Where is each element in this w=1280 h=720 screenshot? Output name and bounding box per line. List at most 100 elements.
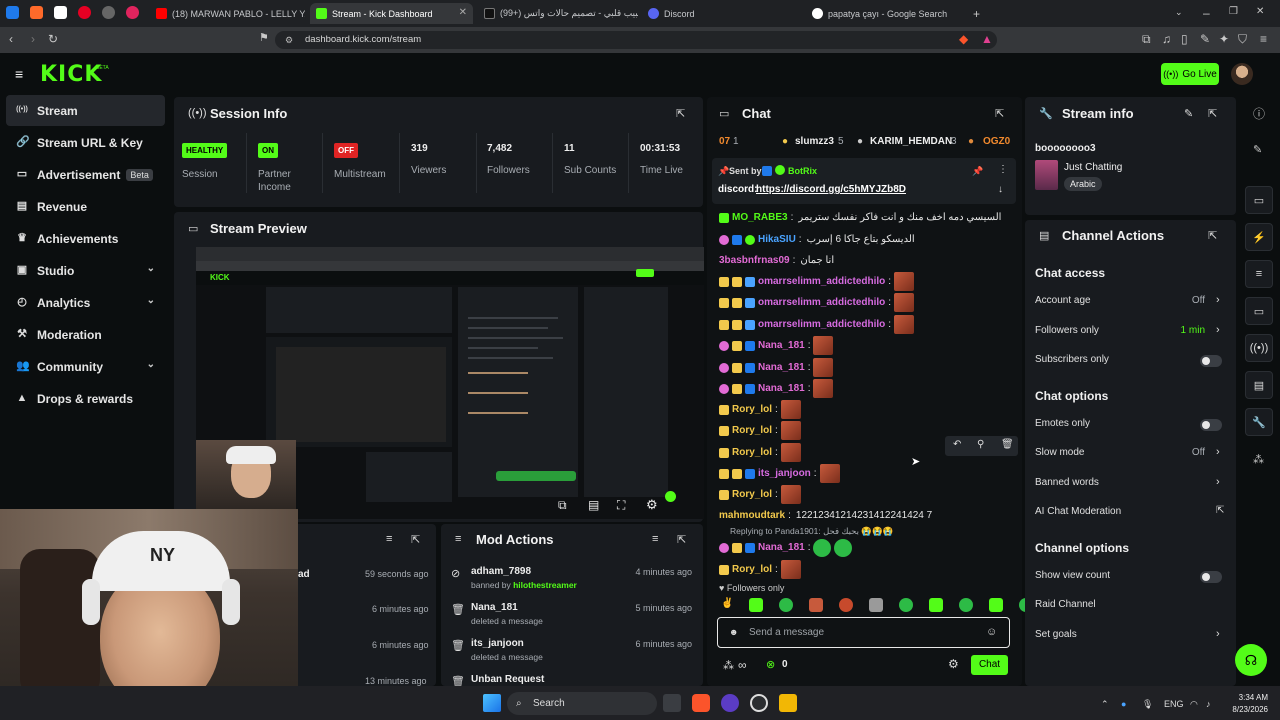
chat-message[interactable]: omarrselimm_addictedhilo:: [719, 292, 915, 313]
emote-shortcut-icon[interactable]: [749, 598, 763, 612]
pinned-tab-icon[interactable]: [102, 6, 115, 19]
pinned-link[interactable]: https://discord.gg/c5hMYJZb8D: [756, 184, 906, 195]
chat-message[interactable]: omarrselimm_addictedhilo:: [719, 314, 915, 335]
preview-layout-icon[interactable]: ⧉: [558, 498, 567, 513]
moderator-name[interactable]: hilothestreamer: [513, 580, 577, 590]
microphone-icon[interactable]: 🎙: [1142, 699, 1153, 710]
mod-action-user[interactable]: Nana_181: [471, 602, 518, 613]
chat-message[interactable]: Nana_181:: [719, 537, 853, 558]
sidebar-item-stream[interactable]: ((•)) Stream: [6, 95, 165, 126]
toggle-switch[interactable]: [1200, 418, 1222, 431]
chat-username[interactable]: omarrselimm_addictedhilo: [758, 276, 885, 287]
wifi-icon[interactable]: ◠: [1190, 699, 1198, 710]
collapse-icon[interactable]: ↓: [998, 184, 1003, 195]
toggle-switch[interactable]: [1200, 570, 1222, 583]
task-view-icon[interactable]: [663, 694, 681, 712]
pinned-tab-icon[interactable]: [54, 6, 67, 19]
clock-date[interactable]: 8/23/2026: [1224, 705, 1268, 714]
site-info-icon[interactable]: ⚙: [285, 31, 293, 49]
taskbar-search[interactable]: ⌕ Search: [507, 692, 657, 715]
fullscreen-icon[interactable]: ⛶: [617, 498, 625, 513]
community-icon[interactable]: ⁂: [1253, 455, 1264, 466]
chat-message[interactable]: 3basbnfrnas09: انا جمان: [719, 250, 834, 271]
chat-message[interactable]: mahmoudtark:12212341214231412241424 7: [719, 505, 932, 526]
external-link-icon[interactable]: ⇱: [1216, 505, 1224, 516]
chevron-right-icon[interactable]: ›: [1216, 294, 1220, 306]
rail-radio-button[interactable]: ((•)): [1245, 334, 1273, 362]
menu-icon[interactable]: ≡: [1260, 33, 1267, 45]
toggle-switch[interactable]: [1200, 355, 1222, 367]
maximize-icon[interactable]: ❐: [1229, 7, 1238, 17]
chat-message[interactable]: HikaSIU: الديسكو بتاع جاكا 6 إسرب: [719, 229, 915, 250]
delete-icon[interactable]: 🗑: [1001, 439, 1014, 450]
chat-username[interactable]: Nana_181: [758, 383, 805, 394]
chat-message[interactable]: Nana_181:: [719, 335, 834, 356]
kick-logo[interactable]: KICK: [40, 62, 102, 87]
chat-username[interactable]: Rory_lol: [732, 564, 772, 575]
chevron-right-icon[interactable]: ›: [1216, 476, 1220, 488]
chat-username[interactable]: MO_RABE3: [732, 212, 788, 223]
chat-username[interactable]: omarrselimm_addictedhilo: [758, 319, 885, 330]
rail-wrench-button[interactable]: 🔧: [1245, 408, 1273, 436]
sidebar-item-advertisement[interactable]: ▭ Advertisement Beta: [6, 159, 165, 190]
extensions-icon[interactable]: ⧉: [1142, 33, 1151, 45]
reply-icon[interactable]: ↶: [953, 439, 961, 450]
mod-action-user[interactable]: adham_7898: [471, 566, 531, 577]
filter-icon[interactable]: ≡: [386, 533, 392, 545]
hamburger-menu-icon[interactable]: ≡: [15, 67, 23, 81]
support-headset-icon[interactable]: ☊: [1235, 644, 1267, 676]
mention-icon[interactable]: ☻: [729, 627, 738, 637]
emoji-icon[interactable]: ☺: [986, 626, 997, 638]
popout-icon[interactable]: ⇱: [677, 533, 686, 546]
chat-username[interactable]: Nana_181: [758, 340, 805, 351]
tray-app-icon[interactable]: ●: [1121, 699, 1126, 709]
chat-username[interactable]: Rory_lol: [732, 425, 772, 436]
chat-username[interactable]: its_janjoon: [758, 468, 811, 479]
chat-username[interactable]: Nana_181: [758, 542, 805, 553]
sidebar-item-moderation[interactable]: ⚒ Moderation: [6, 319, 165, 350]
chat-message[interactable]: its_janjoon:: [719, 463, 840, 484]
chat-input[interactable]: Send a message: [749, 627, 824, 638]
chat-username[interactable]: Nana_181: [758, 362, 805, 373]
tray-expand-icon[interactable]: ⌃: [1101, 699, 1109, 710]
tab-google-search[interactable]: papatya çayı - Google Search: [806, 3, 966, 24]
chevron-right-icon[interactable]: ›: [1216, 446, 1220, 458]
url-field[interactable]: ⚙ dashboard.kick.com/stream: [275, 31, 997, 49]
emote-shortcut-icon[interactable]: [869, 598, 883, 612]
info-icon[interactable]: ⓘ: [1253, 108, 1265, 120]
emote-shortcut-icon[interactable]: [779, 598, 793, 612]
preview-clip-icon[interactable]: ▤: [588, 498, 599, 512]
app-taskbar-icon[interactable]: [721, 694, 739, 712]
chat-username[interactable]: mahmoudtark: [719, 510, 785, 521]
chat-username[interactable]: Rory_lol: [732, 404, 772, 415]
more-options-icon[interactable]: ⋮: [998, 164, 1008, 175]
leo-icon[interactable]: ✦: [1219, 33, 1229, 45]
chat-username[interactable]: 3basbnfrnas09: [719, 255, 790, 266]
emote-shortcut-icon[interactable]: [899, 598, 913, 612]
popout-icon[interactable]: ⇱: [1208, 107, 1217, 120]
brave-taskbar-icon[interactable]: [692, 694, 710, 712]
emote-shortcut-icon[interactable]: [989, 598, 1003, 612]
sidebar-item-stream-url-key[interactable]: 🔗 Stream URL & Key: [6, 127, 165, 158]
chat-username[interactable]: omarrselimm_addictedhilo: [758, 297, 885, 308]
sidebar-item-analytics[interactable]: ◴ Analytics ⌄: [6, 287, 165, 318]
infinity-icon[interactable]: ∞: [738, 658, 747, 672]
new-tab-icon[interactable]: +: [973, 8, 980, 20]
pinterest-icon[interactable]: [78, 6, 91, 19]
mod-action-user[interactable]: its_janjoon: [471, 638, 524, 649]
chat-username[interactable]: Rory_lol: [732, 447, 772, 458]
tab-youtube[interactable]: (18) MARWAN PABLO - LELLY YAH |: [150, 3, 305, 24]
chat-message[interactable]: Nana_181:: [719, 357, 834, 378]
volume-icon[interactable]: ♪: [1206, 699, 1211, 709]
emote-shortcut-icon[interactable]: [809, 598, 823, 612]
mod-action-user[interactable]: Unban Request: [471, 674, 544, 685]
chat-message[interactable]: Rory_lol:: [719, 420, 801, 441]
edit-icon[interactable]: ✎: [1184, 107, 1193, 120]
chat-message[interactable]: MO_RABE3: السيسي دمه اخف منك و انت فاكر ن…: [719, 207, 1001, 228]
sidebar-item-revenue[interactable]: ▤ Revenue: [6, 191, 165, 222]
minimize-icon[interactable]: –: [1203, 7, 1210, 19]
chevron-right-icon[interactable]: ›: [1216, 628, 1220, 640]
chevron-down-icon[interactable]: ⌄: [147, 295, 155, 306]
chat-message[interactable]: omarrselimm_addictedhilo:: [719, 271, 915, 292]
chat-settings-icon[interactable]: ⚙: [948, 657, 959, 671]
